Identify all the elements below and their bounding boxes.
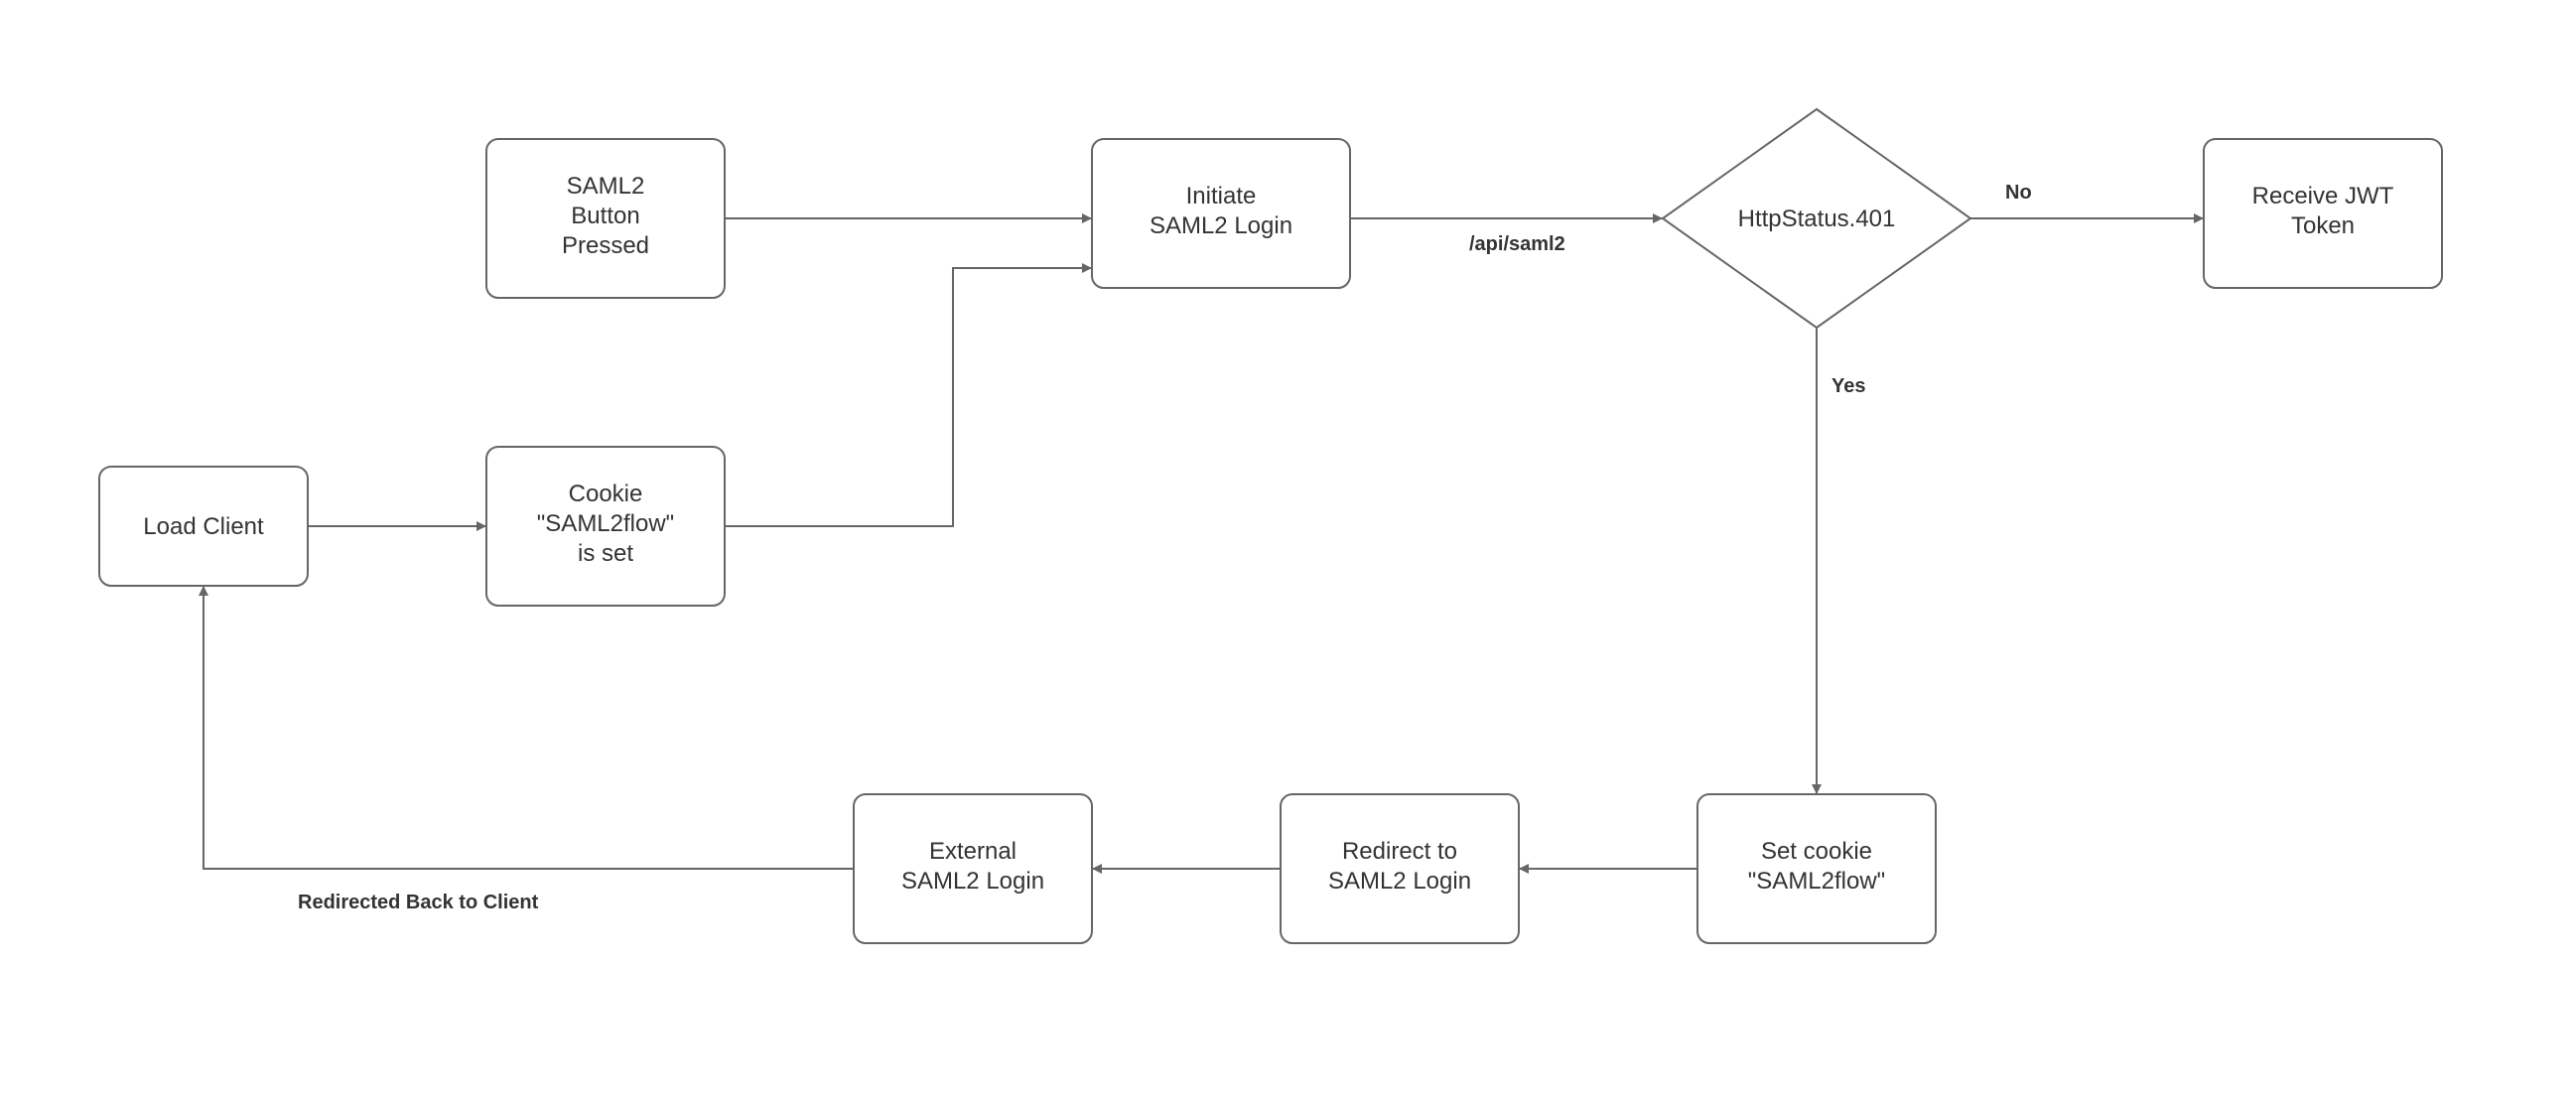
edge-label-api-saml2: /api/saml2 — [1469, 233, 1565, 255]
edge-label-yes: Yes — [1831, 375, 1865, 397]
node-cookie-isset-l1: Cookie — [569, 481, 643, 507]
node-cookie-isset-l2: "SAML2flow" — [537, 510, 674, 537]
node-decision-text: HttpStatus.401 — [1738, 206, 1896, 232]
node-external-l1: External — [929, 838, 1017, 865]
edge-label-no: No — [2005, 182, 2032, 204]
node-decision: HttpStatus.401 — [1663, 109, 1970, 328]
node-saml-button: SAML2 Button Pressed — [486, 139, 725, 298]
node-set-cookie-l2: "SAML2flow" — [1748, 868, 1885, 895]
node-receive-jwt-l1: Receive JWT — [2252, 183, 2394, 209]
node-redirect: Redirect to SAML2 Login — [1281, 794, 1519, 943]
edge-cookie-to-initiate — [725, 268, 1092, 526]
node-cookie-isset-l3: is set — [578, 540, 633, 567]
node-saml-button-l1: SAML2 — [567, 173, 645, 200]
flowchart: Load Client Cookie "SAML2flow" is set SA… — [0, 0, 2576, 1106]
node-receive-jwt-l2: Token — [2291, 212, 2355, 239]
node-saml-button-l2: Button — [571, 203, 639, 229]
node-saml-button-l3: Pressed — [562, 232, 649, 259]
edge-external-to-loadclient — [203, 586, 854, 869]
node-initiate-l1: Initiate — [1186, 183, 1257, 209]
node-set-cookie-l1: Set cookie — [1761, 838, 1872, 865]
node-receive-jwt: Receive JWT Token — [2204, 139, 2442, 288]
node-external: External SAML2 Login — [854, 794, 1092, 943]
node-load-client: Load Client — [99, 467, 308, 586]
node-load-client-text: Load Client — [143, 513, 264, 540]
node-redirect-l2: SAML2 Login — [1328, 868, 1471, 895]
node-external-l2: SAML2 Login — [901, 868, 1044, 895]
node-initiate: Initiate SAML2 Login — [1092, 139, 1350, 288]
edge-label-redirected: Redirected Back to Client — [298, 892, 539, 913]
node-redirect-l1: Redirect to — [1342, 838, 1457, 865]
node-cookie-isset: Cookie "SAML2flow" is set — [486, 447, 725, 606]
node-set-cookie: Set cookie "SAML2flow" — [1697, 794, 1936, 943]
node-initiate-l2: SAML2 Login — [1150, 212, 1292, 239]
